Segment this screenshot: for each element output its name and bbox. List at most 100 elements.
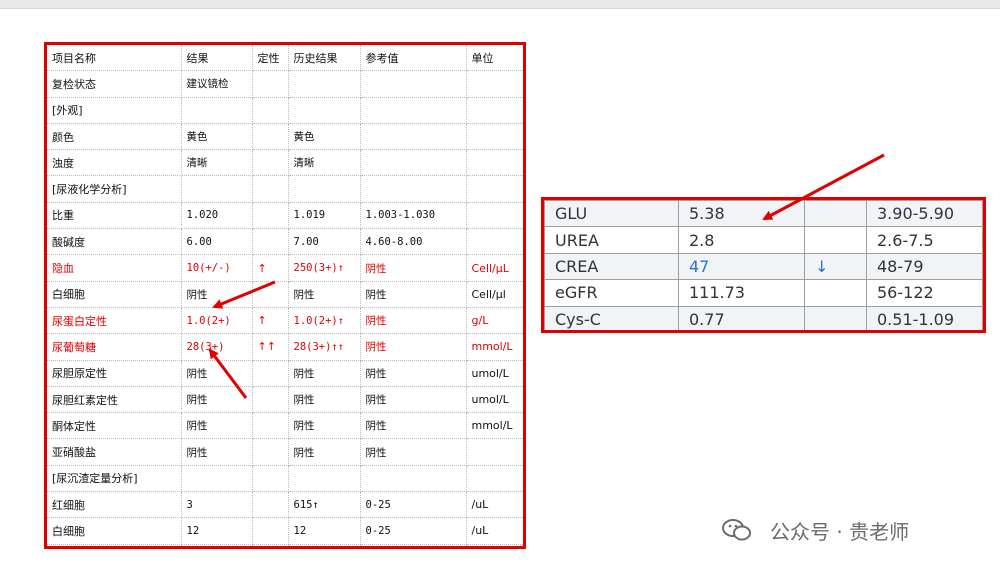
table-cell	[181, 97, 253, 124]
table-cell: 阴性	[360, 360, 467, 387]
table-cell	[466, 149, 523, 177]
table-cell	[252, 228, 289, 256]
table-cell: 阴性	[181, 281, 253, 308]
table-cell: 尿蛋白定性	[47, 307, 182, 335]
table-cell: 黄色	[181, 123, 253, 151]
table-cell: 白细胞	[47, 517, 182, 545]
table-cell: ↑↑	[252, 333, 289, 361]
table-cell	[804, 305, 867, 330]
top-window-bar	[0, 0, 1000, 9]
table-cell: 6.00	[181, 228, 253, 256]
table-cell: 酸碱度	[47, 228, 182, 256]
table-cell	[288, 465, 361, 493]
table-cell	[466, 228, 523, 256]
table-cell	[252, 360, 289, 387]
table-cell: 阴性	[360, 307, 467, 335]
table-cell	[252, 175, 289, 203]
table-row: [尿沉渣定量分析]	[47, 465, 523, 493]
table-cell: 3	[181, 491, 253, 519]
table-cell: 阴性	[360, 412, 467, 440]
table-cell: 28(3+)↑↑	[288, 333, 361, 361]
table-row: 尿蛋白定性 1.0(2+) ↑ 1.0(2+)↑ 阴性 g/L	[47, 307, 523, 335]
table-row: 尿胆红素定性 阴性 阴性 阴性 umol/L	[47, 386, 523, 414]
table-row: UREA 2.8 2.6-7.5	[544, 226, 983, 254]
table-cell	[360, 97, 467, 124]
table-row: 浊度 清晰 清晰	[47, 149, 523, 177]
table-row: 白细胞 12 12 0-25/uL	[47, 517, 523, 545]
table-row: 酸碱度 6.00 7.00 4.60-8.00	[47, 228, 523, 256]
table-cell	[466, 97, 523, 124]
table-cell: 1.020	[181, 202, 253, 230]
table-row: 上皮细胞35↑80-20/uL	[47, 544, 523, 546]
table-row: [外观]	[47, 97, 523, 124]
table-cell: GLU	[544, 200, 679, 228]
table-cell: 阴性	[360, 281, 467, 308]
table-cell: 阴性	[181, 386, 253, 414]
table-cell: umol/L	[466, 360, 523, 387]
table-cell: 浊度	[47, 149, 182, 177]
table-row: 尿葡萄糖 28(3+) ↑↑ 28(3+)↑↑ 阴性 mmol/L	[47, 333, 523, 361]
table-cell	[288, 70, 361, 98]
table-cell: 隐血	[47, 254, 182, 282]
table-cell: 红细胞	[47, 491, 182, 519]
table-cell: 111.73	[678, 279, 805, 307]
table-cell	[804, 226, 867, 254]
table-cell: 阴性	[288, 386, 361, 414]
table-cell	[252, 123, 289, 151]
table-cell	[466, 202, 523, 230]
table-cell	[466, 438, 523, 466]
table-cell	[252, 97, 289, 124]
table-cell: /uL	[466, 491, 523, 519]
table-cell: 615↑	[288, 491, 361, 519]
table-cell: 尿胆原定性	[47, 360, 182, 387]
table-cell: 尿胆红素定性	[47, 386, 182, 414]
table-cell: 1.019	[288, 202, 361, 230]
table-cell	[252, 412, 289, 440]
table-cell: 阴性	[360, 333, 467, 361]
table-cell: mmol/L	[466, 333, 523, 361]
table-cell: UREA	[544, 226, 679, 254]
table-cell: [尿液化学分析]	[47, 175, 182, 203]
table-cell: [尿沉渣定量分析]	[47, 465, 182, 493]
urinalysis-report-frame: 项目名称 结果 定性 历史结果 参考值 单位 复检状态 建议镜检 [外观] 颜色 黄色 黄色 浊度 清晰…	[44, 42, 526, 549]
table-cell: 阴性	[288, 281, 361, 308]
table-row: GLU 5.38 3.90-5.90	[544, 200, 983, 228]
table-cell: 阴性	[360, 386, 467, 414]
table-cell: 4.60-8.00	[360, 228, 467, 256]
table-cell: 阴性	[288, 360, 361, 387]
table-cell: Cys-C	[544, 305, 679, 330]
table-cell: 2.8	[678, 226, 805, 254]
table-cell: 阴性	[181, 412, 253, 440]
table-cell: 阴性	[360, 254, 467, 282]
table-cell: 3.90-5.90	[866, 200, 983, 228]
table-cell: 56-122	[866, 279, 983, 307]
table-row: 酮体定性 阴性 阴性 阴性 mmol/L	[47, 412, 523, 440]
table-cell	[252, 149, 289, 177]
biochemistry-table: GLU 5.38 3.90-5.90 UREA 2.8 2.6-7.5 CREA 47 ↓ 48-…	[544, 200, 983, 330]
table-cell: 阴性	[360, 438, 467, 466]
column-header: 单位	[466, 45, 523, 72]
column-header: 定性	[252, 45, 289, 72]
table-cell: 1.0(2+)↑	[288, 307, 361, 335]
column-header: 项目名称	[47, 45, 182, 72]
table-cell: 建议镜检	[181, 70, 253, 98]
column-header: 历史结果	[288, 45, 361, 72]
table-cell	[252, 517, 289, 545]
table-cell	[360, 465, 467, 493]
table-header-row: 项目名称 结果 定性 历史结果 参考值 单位	[47, 45, 523, 72]
table-row: CREA 47 ↓ 48-79	[544, 252, 983, 281]
table-cell	[804, 279, 867, 307]
table-cell: 28(3+)	[181, 333, 253, 361]
watermark: 公众号 · 贵老师	[722, 512, 909, 548]
table-cell	[252, 386, 289, 414]
table-cell: ↑	[252, 254, 289, 282]
table-row: Cys-C 0.77 0.51-1.09	[544, 305, 983, 330]
table-cell: eGFR	[544, 279, 679, 307]
table-cell: 阴性	[181, 438, 253, 466]
table-cell	[804, 200, 867, 228]
column-header: 参考值	[360, 45, 467, 72]
table-cell	[360, 149, 467, 177]
urinalysis-table-body: 复检状态 建议镜检 [外观] 颜色 黄色 黄色 浊度 清晰 清晰 [尿液化学分析] 比重 1.020 1…	[47, 70, 523, 546]
table-cell: umol/L	[466, 386, 523, 414]
table-cell	[252, 465, 289, 493]
